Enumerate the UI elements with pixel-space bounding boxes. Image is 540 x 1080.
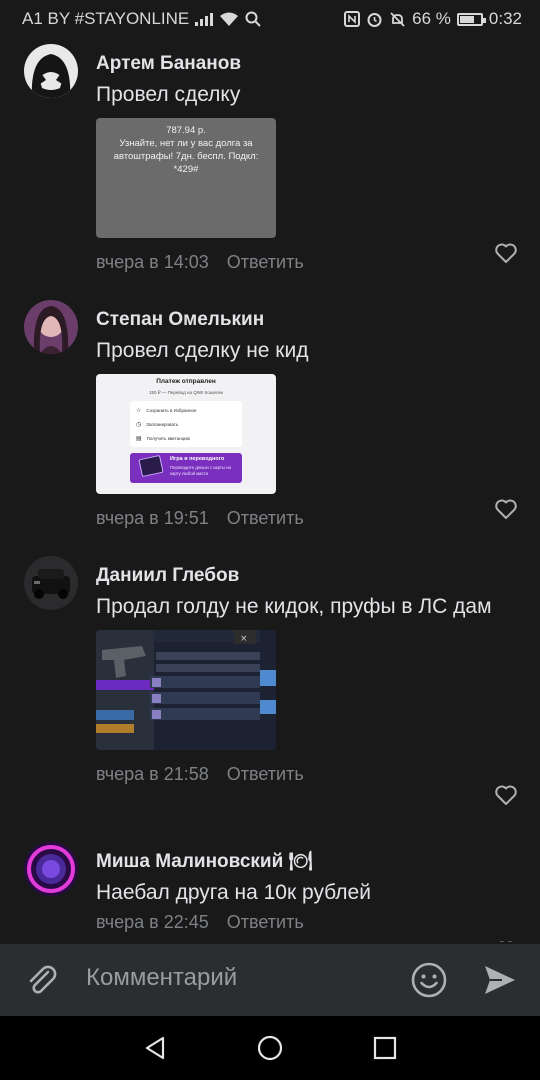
comment-text: Наебал друга на 10к рублей — [96, 881, 371, 904]
status-bar: A1 BY #STAYONLINE 66 % 0:32 — [0, 0, 540, 38]
comment-input[interactable]: Комментарий — [86, 964, 237, 992]
home-icon[interactable] — [256, 1034, 284, 1062]
comment-composer: Комментарий — [0, 944, 540, 1016]
system-nav-bar — [0, 1016, 540, 1080]
comment-text: Продал голду не кидок, пруфы в ЛС дам — [96, 595, 492, 618]
battery-percent: 66 % — [412, 9, 451, 28]
avatar[interactable] — [24, 300, 78, 354]
battery-icon — [456, 12, 486, 26]
nfc-icon — [344, 11, 361, 27]
payment-subtitle: 150 ₽ — Перевод на QIWI Кошелек — [149, 390, 223, 395]
heart-icon[interactable] — [494, 497, 518, 521]
back-icon[interactable] — [142, 1035, 168, 1061]
reply-button[interactable]: Ответить — [227, 764, 304, 785]
carrier-label: A1 BY #STAYONLINE — [22, 9, 190, 28]
reply-button[interactable]: Ответить — [227, 252, 304, 273]
search-icon — [245, 11, 261, 27]
comment-photo[interactable]: Платеж отправлен 150 ₽ — Перевод на QIWI… — [96, 374, 276, 494]
comments-feed[interactable]: Артем Бананов Провел сделку 787.94 р. Уз… — [0, 38, 540, 942]
send-icon[interactable] — [482, 962, 518, 998]
svg-text:×: × — [240, 634, 248, 644]
heart-icon[interactable] — [494, 939, 518, 942]
comment-text: Провел сделку — [96, 83, 241, 106]
heart-icon[interactable] — [494, 241, 518, 265]
comment-date: вчера в 14:03 — [96, 251, 209, 272]
receipt-icon: ▤ — [136, 435, 142, 442]
heart-icon[interactable] — [494, 783, 518, 807]
cards-icon — [138, 454, 164, 478]
avatar[interactable] — [24, 842, 78, 896]
comment-meta: вчера в 19:51 Ответить — [96, 506, 516, 530]
promo-text: Переводите деньги с карты на карту любой… — [170, 465, 231, 476]
photo-caption: 787.94 р. Узнайте, нет ли у вас долга за… — [113, 125, 259, 175]
comment-text: Провел сделку не кид — [96, 339, 309, 362]
alarm-icon — [367, 12, 382, 27]
clock: 0:32 — [488, 9, 522, 28]
payment-title: Платеж отправлен — [156, 378, 216, 385]
comment-author[interactable]: Миша Малиновский 🍽 — [96, 850, 516, 874]
comment-meta: вчера в 22:45 Ответить — [96, 910, 516, 934]
payment-action: Получить квитанцию — [146, 435, 191, 441]
clock-icon: ◷ — [136, 421, 142, 428]
comment-author[interactable]: Артем Бананов — [96, 52, 516, 76]
recents-icon[interactable] — [372, 1035, 398, 1061]
avatar[interactable] — [24, 44, 78, 98]
comment-photo[interactable]: × — [96, 630, 276, 750]
promo-title: Игра в переводного — [170, 456, 225, 462]
comment-author[interactable]: Даниил Глебов — [96, 564, 516, 588]
comment-meta: вчера в 14:03 Ответить — [96, 250, 516, 274]
reply-button[interactable]: Ответить — [227, 912, 304, 933]
comment-date: вчера в 19:51 — [96, 507, 209, 528]
comment-author[interactable]: Степан Омелькин — [96, 308, 516, 332]
avatar[interactable] — [24, 556, 78, 610]
smile-icon[interactable] — [410, 961, 448, 999]
reply-button[interactable]: Ответить — [227, 508, 304, 529]
payment-action: Сохранить в Избранное — [146, 407, 197, 413]
star-icon: ☆ — [136, 407, 142, 414]
paperclip-icon[interactable] — [24, 962, 60, 998]
signal-icon — [195, 12, 214, 26]
payment-action: Запланировать — [146, 421, 179, 427]
comment-date: вчера в 22:45 — [96, 911, 209, 932]
comment-photo[interactable]: 787.94 р. Узнайте, нет ли у вас долга за… — [96, 118, 276, 238]
comment-date: вчера в 21:58 — [96, 763, 209, 784]
comment-meta: вчера в 21:58 Ответить — [96, 762, 516, 786]
wifi-icon — [220, 12, 239, 26]
mute-icon — [390, 11, 405, 27]
